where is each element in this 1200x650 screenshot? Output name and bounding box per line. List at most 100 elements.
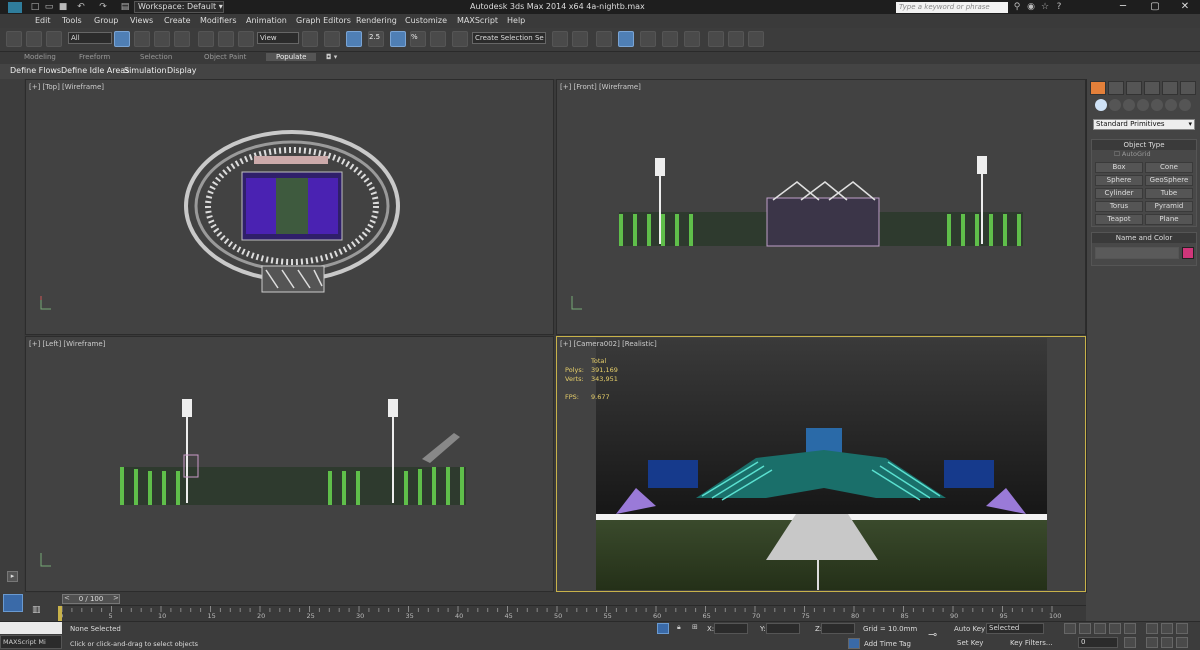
auto-key-button[interactable]: Auto Key (954, 625, 985, 633)
play-icon[interactable] (1094, 623, 1106, 634)
y-coordinate-field[interactable] (766, 623, 800, 634)
menu-customize[interactable]: Customize (405, 16, 447, 25)
viewport-top[interactable]: [+] [Top] [Wireframe] (25, 79, 554, 335)
help-icon[interactable]: ? (1054, 2, 1064, 12)
menu-animation[interactable]: Animation (246, 16, 287, 25)
viewport-layout-icon[interactable] (3, 594, 23, 612)
name-color-header[interactable]: Name and Color (1092, 233, 1196, 243)
pyramid-button[interactable]: Pyramid (1145, 201, 1193, 212)
ribbon-options-icon[interactable]: ◘ ▾ (326, 53, 337, 61)
current-frame-field[interactable]: 0 (1078, 637, 1118, 648)
time-prev-icon[interactable]: < (64, 594, 70, 602)
menu-views[interactable]: Views (130, 16, 153, 25)
minimize-button[interactable]: ─ (1108, 0, 1138, 14)
helpers-icon[interactable] (1151, 99, 1163, 111)
go-to-start-icon[interactable] (1064, 623, 1076, 634)
material-editor-icon[interactable] (684, 31, 700, 47)
percent-snap-icon[interactable]: % (410, 31, 426, 47)
menu-help[interactable]: Help (507, 16, 525, 25)
graphite-toggle-icon[interactable] (618, 31, 634, 47)
menu-graph-editors[interactable]: Graph Editors (296, 16, 351, 25)
render-production-icon[interactable] (748, 31, 764, 47)
set-key-mode-icon[interactable]: ⊸ (928, 628, 937, 641)
window-crossing-icon[interactable] (174, 31, 190, 47)
pan-view-icon[interactable] (1161, 637, 1173, 648)
motion-tab-icon[interactable] (1144, 81, 1160, 95)
render-setup-icon[interactable] (708, 31, 724, 47)
viewport-left[interactable]: [+] [Left] [Wireframe] (25, 336, 554, 592)
search-input[interactable]: Type a keyword or phrase (896, 2, 1008, 13)
open-file-icon[interactable]: ▭ (44, 2, 54, 12)
close-button[interactable]: ✕ (1170, 0, 1200, 14)
utilities-tab-icon[interactable] (1180, 81, 1196, 95)
set-key-button[interactable]: Set Key (957, 639, 983, 647)
create-tab-icon[interactable] (1090, 81, 1106, 95)
maxscript-mini-listener[interactable]: MAXScript Mi (0, 635, 62, 649)
viewport-camera-label[interactable]: [+] [Camera002] [Realistic] (560, 340, 657, 348)
undo-icon[interactable]: ↶ (76, 2, 86, 12)
selection-filter-dropdown[interactable]: All (68, 32, 112, 44)
align-icon[interactable] (572, 31, 588, 47)
cylinder-button[interactable]: Cylinder (1095, 188, 1143, 199)
select-manipulate-icon[interactable] (324, 31, 340, 47)
plane-button[interactable]: Plane (1145, 214, 1193, 225)
z-coordinate-field[interactable] (821, 623, 855, 634)
edit-named-selection-icon[interactable] (452, 31, 468, 47)
add-time-tag-button[interactable]: Add Time Tag (864, 640, 911, 648)
maximize-button[interactable]: ▢ (1140, 0, 1170, 14)
tab-object-paint[interactable]: Object Paint (204, 53, 246, 61)
geosphere-button[interactable]: GeoSphere (1145, 175, 1193, 186)
object-type-header[interactable]: Object Type (1092, 140, 1196, 150)
select-object-icon[interactable] (114, 31, 130, 47)
maxscript-listener-input[interactable] (0, 622, 62, 634)
redo-icon[interactable]: ↷ (98, 2, 108, 12)
teapot-button[interactable]: Teapot (1095, 214, 1143, 225)
bind-spacewarp-icon[interactable] (46, 31, 62, 47)
object-name-input[interactable] (1095, 247, 1179, 259)
scale-icon[interactable] (238, 31, 254, 47)
named-selection-dropdown[interactable]: Create Selection Se (472, 32, 546, 44)
go-to-end-icon[interactable] (1124, 623, 1136, 634)
rotate-icon[interactable] (218, 31, 234, 47)
unlink-icon[interactable] (26, 31, 42, 47)
favorites-icon[interactable]: ☆ (1040, 2, 1050, 12)
schematic-view-icon[interactable] (662, 31, 678, 47)
menu-modifiers[interactable]: Modifiers (200, 16, 237, 25)
save-file-icon[interactable]: ■ (58, 2, 68, 12)
selection-lock-icon[interactable]: 🔒︎ (677, 623, 681, 632)
define-flows-button[interactable]: Define Flows (10, 66, 61, 75)
space-warps-icon[interactable] (1165, 99, 1177, 111)
pivot-center-icon[interactable] (302, 31, 318, 47)
time-slider[interactable]: 0 / 100 < > (62, 593, 1086, 605)
menu-maxscript[interactable]: MAXScript (457, 16, 498, 25)
lights-icon[interactable] (1123, 99, 1135, 111)
menu-create[interactable]: Create (164, 16, 191, 25)
zoom-extents-icon[interactable] (1176, 623, 1188, 634)
mirror-icon[interactable] (552, 31, 568, 47)
tab-modeling[interactable]: Modeling (24, 53, 56, 61)
curve-editor-icon[interactable] (640, 31, 656, 47)
zoom-icon[interactable] (1146, 623, 1158, 634)
torus-button[interactable]: Torus (1095, 201, 1143, 212)
object-color-swatch[interactable] (1182, 247, 1194, 259)
tube-button[interactable]: Tube (1145, 188, 1193, 199)
menu-tools[interactable]: Tools (62, 16, 82, 25)
primitive-type-dropdown[interactable]: Standard Primitives ▾ (1093, 119, 1195, 130)
cone-button[interactable]: Cone (1145, 162, 1193, 173)
angle-snap-icon[interactable] (390, 31, 406, 47)
absolute-mode-icon[interactable]: ⊞ (692, 623, 698, 631)
time-configuration-icon[interactable] (1124, 637, 1136, 648)
sphere-button[interactable]: Sphere (1095, 175, 1143, 186)
search-icon[interactable]: ⚲ (1012, 2, 1022, 12)
cameras-icon[interactable] (1137, 99, 1149, 111)
viewport-front[interactable]: [+] [Front] [Wireframe] (556, 79, 1086, 335)
previous-frame-icon[interactable] (1079, 623, 1091, 634)
tab-selection[interactable]: Selection (140, 53, 172, 61)
keyboard-shortcut-icon[interactable] (346, 31, 362, 47)
menu-rendering[interactable]: Rendering (356, 16, 397, 25)
move-icon[interactable] (198, 31, 214, 47)
hierarchy-tab-icon[interactable] (1126, 81, 1142, 95)
isolate-selection-icon[interactable] (657, 623, 669, 634)
track-bar[interactable]: 0510152025303540455055606570758085909510… (58, 605, 1086, 622)
select-by-name-icon[interactable] (134, 31, 150, 47)
